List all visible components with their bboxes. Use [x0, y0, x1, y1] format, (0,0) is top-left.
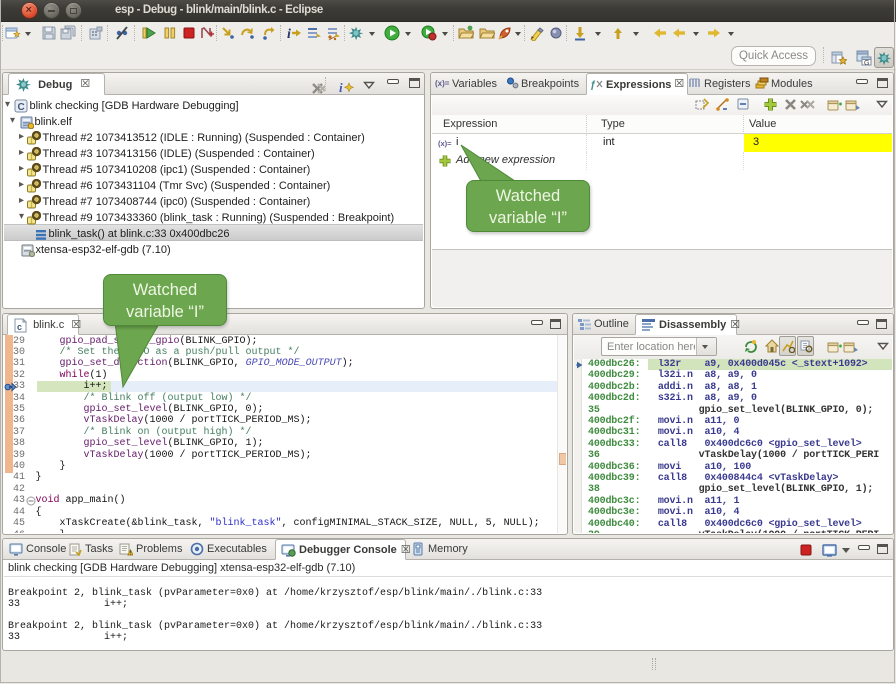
svg-text:i: i — [339, 80, 343, 95]
svg-text:(x)=: (x)= — [435, 79, 450, 88]
svg-text:ƒ: ƒ — [590, 80, 596, 91]
svg-text:G: G — [864, 60, 869, 66]
svg-text:C: C — [18, 102, 25, 113]
svg-text:c: c — [17, 322, 22, 332]
svg-text:i: i — [287, 27, 291, 41]
svg-text:(x)=: (x)= — [438, 139, 452, 148]
